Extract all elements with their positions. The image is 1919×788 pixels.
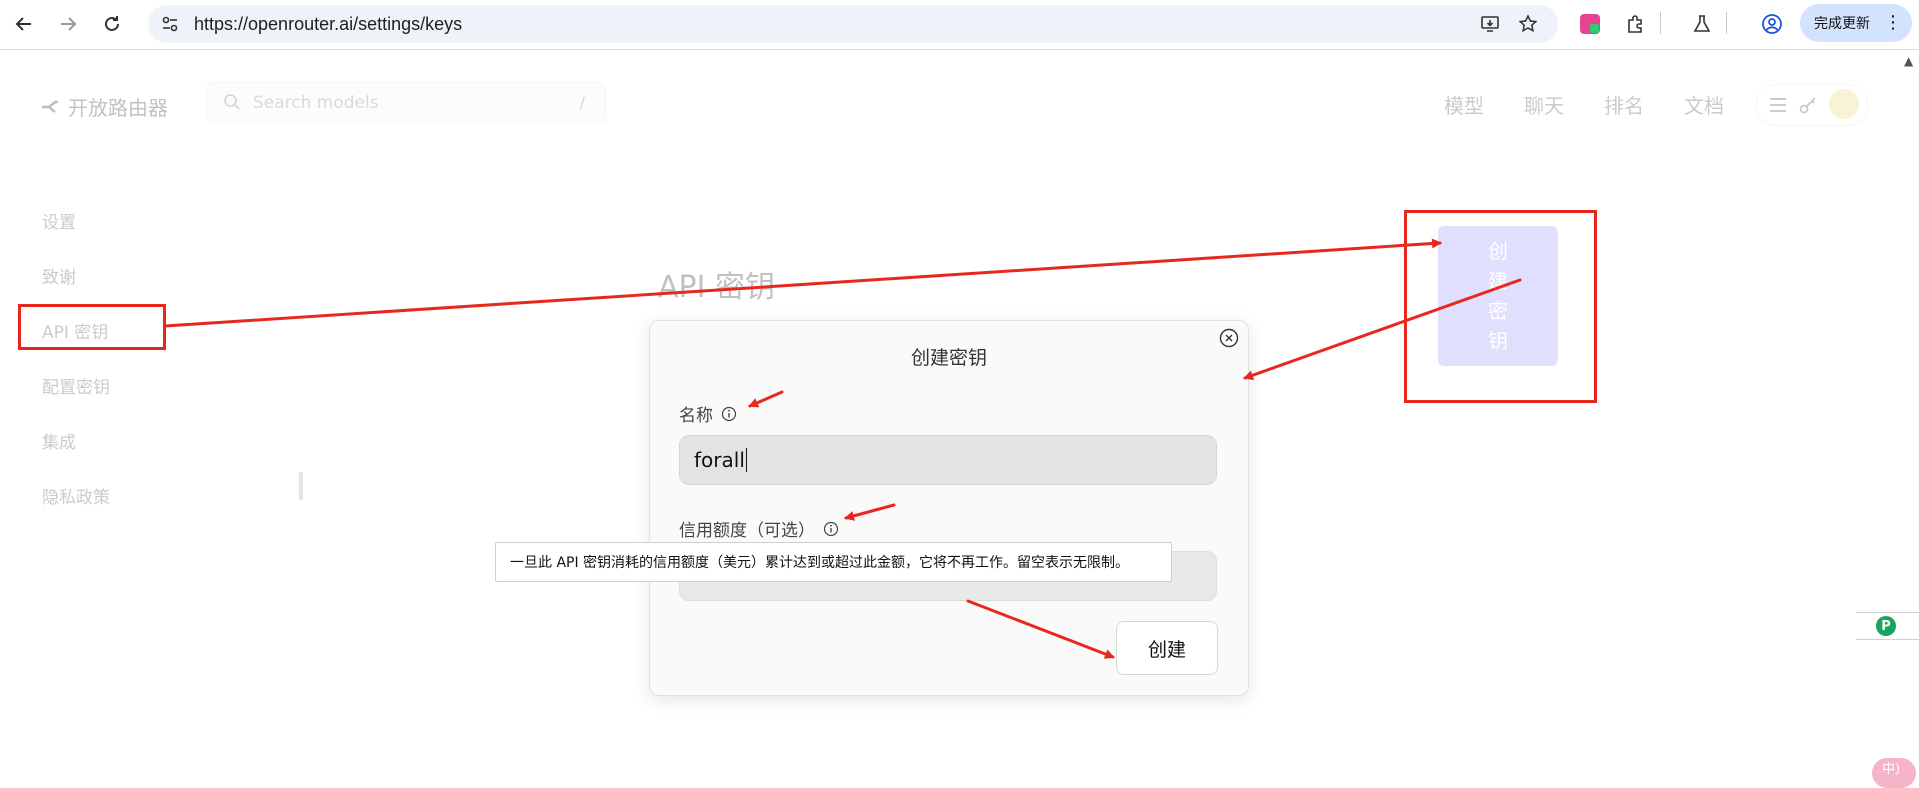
sidebar-item-credits[interactable]: 致谢: [42, 263, 76, 288]
extension-translate-icon[interactable]: [1574, 8, 1606, 40]
sidebar-resize-handle[interactable]: [299, 472, 303, 500]
url-text[interactable]: https://openrouter.ai/settings/keys: [194, 14, 462, 35]
arrow-right-icon: [61, 17, 77, 31]
page-title: API 密钥: [658, 270, 775, 305]
info-icon[interactable]: [721, 406, 737, 422]
annotation-box-sidebar: [18, 304, 166, 350]
side-widget-icon: P: [1876, 616, 1896, 636]
back-button[interactable]: [8, 8, 40, 40]
search-shortcut: /: [579, 93, 585, 112]
reload-icon: [105, 16, 119, 31]
site-info-icon[interactable]: [158, 12, 182, 36]
annotation-box-create-button: [1404, 210, 1597, 403]
create-key-dialog: 创建密钥 名称 forall 信用额度（可选） 创建: [649, 320, 1249, 696]
sidebar-item-settings[interactable]: 设置: [42, 208, 76, 233]
name-label: 名称: [679, 406, 713, 426]
site-logo[interactable]: 开放路由器: [40, 92, 168, 121]
credit-limit-tooltip: 一旦此 API 密钥消耗的信用额度（美元）累计达到或超过此金额，它将不再工作。留…: [495, 542, 1172, 582]
info-icon[interactable]: [823, 521, 839, 537]
name-input-value: forall: [694, 448, 745, 472]
install-app-icon[interactable]: [1478, 12, 1502, 36]
floating-side-widget[interactable]: P: [1856, 612, 1919, 640]
nav-models[interactable]: 模型: [1444, 90, 1484, 119]
labs-flask-icon[interactable]: [1686, 8, 1718, 40]
bookmark-star-icon[interactable]: [1516, 12, 1540, 36]
update-label: 完成更新: [1814, 16, 1870, 32]
dialog-title: 创建密钥: [910, 347, 987, 369]
logo-text: 开放路由器: [68, 96, 168, 120]
address-bar[interactable]: https://openrouter.ai/settings/keys: [148, 5, 1558, 43]
update-button[interactable]: 完成更新 ⋮: [1800, 4, 1912, 42]
name-input[interactable]: forall: [679, 435, 1217, 485]
text-caret: [745, 448, 748, 472]
sidebar-item-privacy[interactable]: 隐私政策: [42, 483, 110, 508]
search-icon: [224, 94, 240, 110]
nav-chat[interactable]: 聊天: [1524, 90, 1564, 119]
search-placeholder: Search models: [253, 93, 379, 113]
sidebar-item-integrations[interactable]: 集成: [42, 428, 76, 453]
profile-icon[interactable]: [1756, 8, 1788, 40]
forward-button[interactable]: [52, 8, 84, 40]
submit-create-button[interactable]: 创建: [1116, 621, 1218, 675]
browser-toolbar: https://openrouter.ai/settings/keys 完成更新…: [0, 0, 1919, 50]
sidebar-item-provisioning-keys[interactable]: 配置密钥: [42, 373, 110, 398]
toolbar-separator: [1726, 12, 1727, 34]
openrouter-logo-icon: [42, 99, 59, 113]
name-label-row: 名称: [679, 401, 737, 426]
close-icon[interactable]: [1218, 327, 1240, 349]
nav-docs[interactable]: 文档: [1684, 90, 1724, 119]
model-search[interactable]: Search models /: [206, 82, 606, 124]
user-menu[interactable]: [1756, 84, 1868, 126]
arrow-left-icon: [15, 17, 31, 31]
hamburger-menu-icon[interactable]: [1769, 97, 1787, 113]
credit-label: 信用额度（可选）: [679, 521, 815, 541]
nav-rankings[interactable]: 排名: [1604, 90, 1644, 119]
corner-badge[interactable]: 中): [1872, 758, 1916, 788]
extensions-puzzle-icon[interactable]: [1620, 8, 1652, 40]
scrollbar-up-arrow[interactable]: ▲: [1904, 54, 1913, 68]
toolbar-separator: [1660, 12, 1661, 34]
avatar[interactable]: [1829, 89, 1859, 119]
credit-label-row: 信用额度（可选）: [679, 516, 839, 541]
key-icon[interactable]: [1799, 96, 1817, 114]
more-menu-icon[interactable]: ⋮: [1884, 12, 1902, 33]
reload-button[interactable]: [96, 8, 128, 40]
